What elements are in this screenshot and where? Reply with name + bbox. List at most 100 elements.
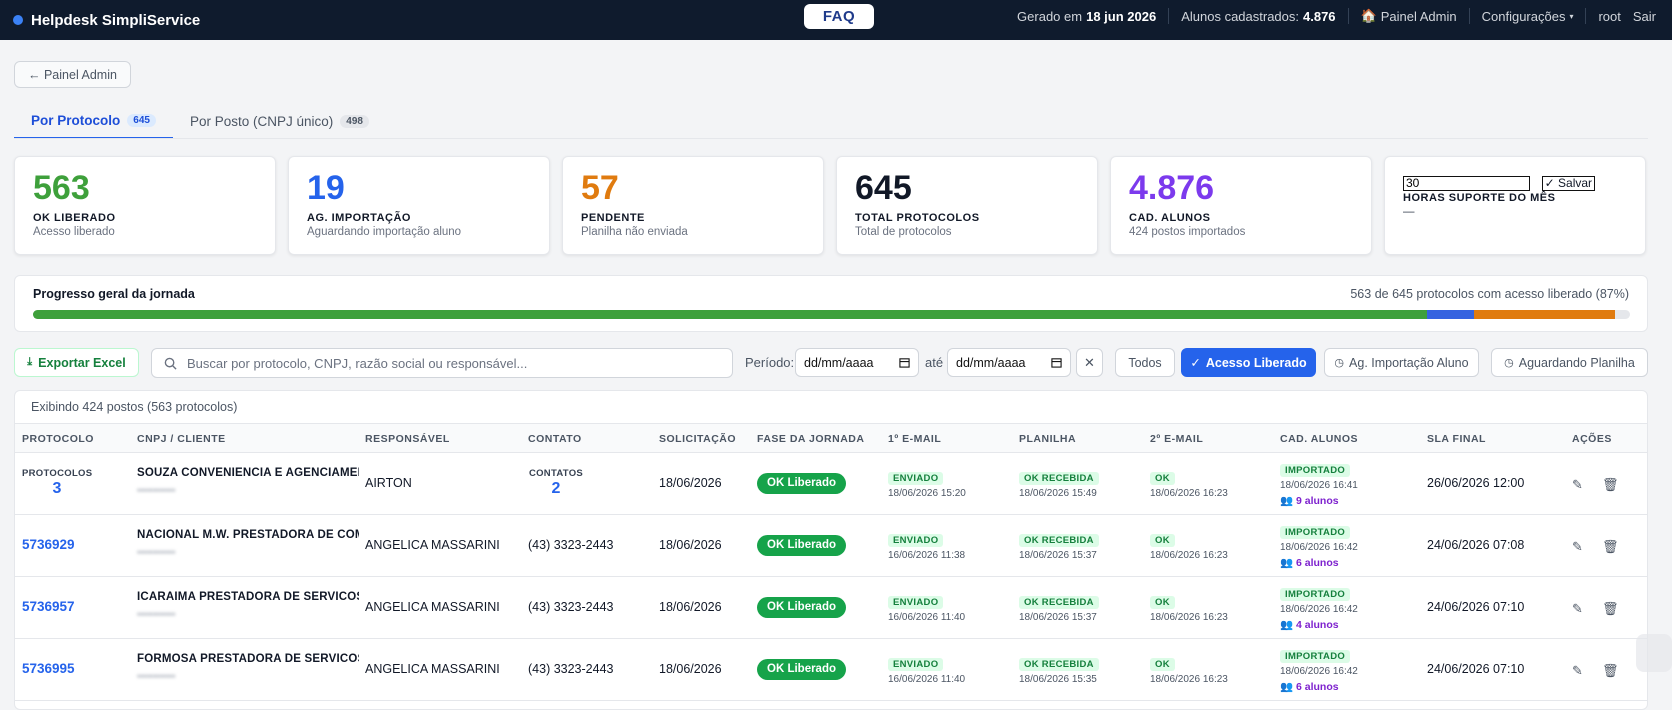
contacts-count-link[interactable]: 2	[528, 480, 584, 498]
kpi-ag-importacao[interactable]: 19 AG. IMPORTAÇÃO Aguardando importação …	[288, 156, 550, 255]
trash-icon[interactable]: 🗑	[1602, 539, 1619, 555]
date-from-input[interactable]: dd/mm/aaaa	[795, 348, 919, 377]
tab-label: Por Posto (CNPJ único)	[189, 114, 334, 129]
col-header[interactable]: CAD. ALUNOS	[1280, 433, 1358, 445]
kpi-pendente[interactable]: 57 PENDENTE Planilha não enviada	[562, 156, 824, 255]
kpi-total-protocolos[interactable]: 645 TOTAL PROTOCOLOS Total de protocolos	[836, 156, 1098, 255]
cad-alunos-cell: IMPORTADO 18/06/2026 16:42 👥 4 alunos	[1280, 585, 1358, 631]
export-label: Exportar Excel	[38, 355, 126, 370]
solicitacao-date: 18/06/2026	[659, 476, 722, 490]
planilha-cell: OK RECEBIDA 18/06/2026 15:37	[1019, 593, 1099, 623]
pencil-icon[interactable]: ✎	[1572, 601, 1583, 617]
protocol-link[interactable]: 5736995	[22, 661, 75, 676]
trash-icon[interactable]: 🗑	[1602, 601, 1619, 617]
filter-acesso-liberado[interactable]: ✓ Acesso Liberado	[1181, 348, 1316, 377]
tab-count-badge: 645	[127, 114, 156, 127]
cad-alunos-cell: IMPORTADO 18/06/2026 16:42 👥 6 alunos	[1280, 647, 1358, 693]
username: root	[1598, 8, 1621, 24]
alunos-link[interactable]: 👥 6 alunos	[1280, 680, 1358, 693]
students-label: Alunos cadastrados:	[1181, 8, 1299, 24]
alunos-link[interactable]: 👥 4 alunos	[1280, 618, 1358, 631]
col-header[interactable]: 1º E-MAIL	[888, 433, 941, 445]
kpi-value: 563	[33, 169, 90, 207]
alunos-count: 9 alunos	[1296, 495, 1339, 507]
trash-icon[interactable]: 🗑	[1602, 663, 1619, 679]
col-header[interactable]: PROTOCOLO	[22, 433, 94, 445]
col-header[interactable]: FASE DA JORNADA	[757, 433, 864, 445]
cad-alunos-cell: IMPORTADO 18/06/2026 16:42 👥 6 alunos	[1280, 523, 1358, 569]
table-row[interactable]: PROTOCOLOS 3 SOUZA CONVENIENCIA E AGENCI…	[15, 453, 1647, 515]
table-row[interactable]: 5736929 NACIONAL M.W. PRESTADORA DE COMI…	[15, 515, 1647, 577]
responsavel: AIRTON	[365, 476, 412, 490]
date-from-value: dd/mm/aaaa	[804, 355, 874, 370]
students-count: 4.876	[1303, 8, 1336, 24]
col-header[interactable]: PLANILHA	[1019, 433, 1076, 445]
pencil-icon[interactable]: ✎	[1572, 663, 1583, 679]
search-icon	[164, 357, 177, 370]
protocol-link[interactable]: 5736957	[22, 599, 75, 614]
save-hours-button[interactable]: ✓ Salvar	[1541, 176, 1596, 191]
email2-cell: OK 18/06/2026 16:23	[1150, 593, 1228, 623]
col-header[interactable]: RESPONSÁVEL	[365, 433, 450, 445]
planilha-cell: OK RECEBIDA 18/06/2026 15:37	[1019, 531, 1099, 561]
floating-scroll-handle[interactable]	[1636, 634, 1672, 672]
filter-todos[interactable]: Todos	[1115, 348, 1175, 377]
search-input[interactable]	[187, 355, 707, 371]
cad-date: 18/06/2026 16:42	[1280, 542, 1358, 553]
export-excel-button[interactable]: ⤓ Exportar Excel	[14, 348, 139, 377]
email1-status: ENVIADO	[888, 658, 944, 671]
settings-menu[interactable]: Configurações ▾	[1470, 9, 1586, 24]
view-tabs: Por Protocolo 645 Por Posto (CNPJ único)…	[14, 104, 386, 139]
col-header[interactable]: SOLICITAÇÃO	[659, 433, 736, 445]
col-header[interactable]: CONTATO	[528, 433, 582, 445]
kpi-ok-liberado[interactable]: 563 OK LIBERADO Acesso liberado	[14, 156, 276, 255]
students-info: Alunos cadastrados: 4.876	[1169, 9, 1347, 24]
alunos-link[interactable]: 👥 6 alunos	[1280, 556, 1358, 569]
date-to-input[interactable]: dd/mm/aaaa	[947, 348, 1071, 377]
filter-ag-importacao[interactable]: ◷ Ag. Importação Aluno	[1324, 348, 1479, 377]
cnpj-redacted: ▪▪▪▪▪▪▪▪▪▪▪▪	[137, 485, 176, 493]
generated-label: Gerado em	[1017, 8, 1083, 24]
until-label: até	[925, 355, 944, 370]
email1-status: ENVIADO	[888, 472, 944, 485]
table-row[interactable]: 5736957 ICARAIMA PRESTADORA DE SERVICOS …	[15, 577, 1647, 639]
admin-panel-link[interactable]: 🏠 Painel Admin	[1349, 8, 1469, 24]
faq-button[interactable]: FAQ	[804, 4, 874, 29]
alunos-count: 6 alunos	[1296, 681, 1339, 693]
client-name: FORMOSA PRESTADORA DE SERVICOS L	[137, 653, 359, 665]
planilha-status: OK RECEBIDA	[1019, 472, 1099, 485]
col-header[interactable]: SLA FINAL	[1427, 433, 1486, 445]
users-icon: 👥	[1280, 557, 1294, 569]
hours-input[interactable]	[1403, 175, 1530, 191]
kpi-cad-alunos[interactable]: 4.876 CAD. ALUNOS 424 postos importados	[1110, 156, 1372, 255]
col-header[interactable]: AÇÕES	[1572, 433, 1612, 445]
protocols-count-link[interactable]: 3	[22, 480, 92, 498]
kpi-hours-value: —	[1403, 206, 1415, 218]
email2-cell: OK 18/06/2026 16:23	[1150, 655, 1228, 685]
period-label: Período:	[745, 355, 795, 370]
filter-aguardando-planilha[interactable]: ◷ Aguardando Planilha	[1491, 348, 1648, 377]
clear-dates-button[interactable]: ✕	[1076, 348, 1103, 377]
pencil-icon[interactable]: ✎	[1572, 539, 1583, 555]
cnpj-redacted: ▪▪▪▪▪▪▪▪▪▪▪▪	[137, 671, 176, 679]
progress-segment-ag-importacao	[1426, 310, 1474, 319]
alunos-link[interactable]: 👥 9 alunos	[1280, 494, 1358, 507]
tabs-divider	[14, 138, 1648, 139]
filter-label: Ag. Importação Aluno	[1349, 355, 1469, 370]
back-to-admin-button[interactable]: ← Painel Admin	[14, 61, 131, 88]
admin-panel-label: Painel Admin	[1380, 8, 1457, 24]
tab-por-posto[interactable]: Por Posto (CNPJ único) 498	[173, 104, 386, 139]
table-row[interactable]: 5736995 FORMOSA PRESTADORA DE SERVICOS L…	[15, 639, 1647, 701]
pencil-icon[interactable]: ✎	[1572, 477, 1583, 493]
progress-segment-pendente	[1474, 310, 1616, 319]
protocol-link[interactable]: 5736929	[22, 537, 75, 552]
logout-link[interactable]: Sair	[1627, 9, 1662, 24]
col-header[interactable]: CNPJ / CLIENTE	[137, 433, 226, 445]
col-header[interactable]: 2º E-MAIL	[1150, 433, 1203, 445]
kpi-title: OK LIBERADO	[33, 212, 116, 224]
kpi-title: CAD. ALUNOS	[1129, 212, 1211, 224]
brand[interactable]: Helpdesk SimpliService	[0, 12, 200, 29]
trash-icon[interactable]: 🗑	[1602, 477, 1619, 493]
tab-por-protocolo[interactable]: Por Protocolo 645	[14, 104, 173, 139]
planilha-date: 18/06/2026 15:49	[1019, 488, 1097, 499]
